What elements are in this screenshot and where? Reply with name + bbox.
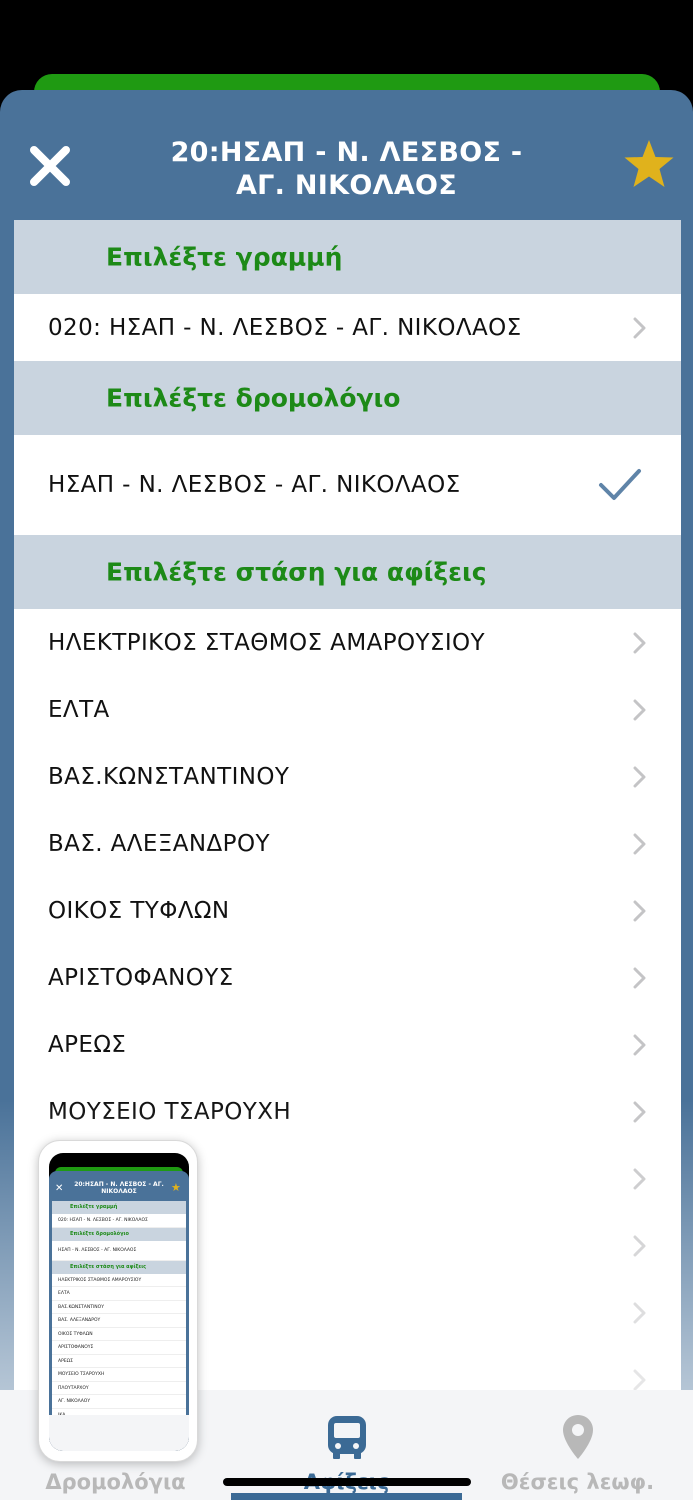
chevron-right-icon (633, 1034, 646, 1055)
section-title-stops: Επιλέξτε στάση για αφίξεις (106, 557, 487, 587)
thumbnail-stop-row: ΑΡΕΩΣ (52, 1355, 186, 1368)
chevron-right-icon (633, 1302, 646, 1323)
thumbnail-screen: ✕ 20:ΗΣΑΠ - Ν. ΛΕΣΒΟΣ - ΑΓ. ΝΙΚΟΛΑΟΣ ★ Ε… (49, 1153, 189, 1451)
thumbnail-stop-row: ΗΛΕΚΤΡΙΚΟΣ ΣΤΑΘΜΟΣ ΑΜΑΡΟΥΣΙΟΥ (52, 1274, 186, 1287)
thumbnail-stop-row: ΜΟΥΣΕΙΟ ΤΣΑΡΟΥΧΗ (52, 1368, 186, 1382)
section-header-stops: Επιλέξτε στάση για αφίξεις (14, 535, 681, 609)
stop-label: ΗΛΕΚΤΡΙΚΟΣ ΣΤΑΘΜΟΣ ΑΜΑΡΟΥΣΙΟΥ (48, 629, 485, 656)
thumbnail-stop-row: ΠΛΟΥΤΑΡΧΟΥ (52, 1382, 186, 1395)
section-header-line: Επιλέξτε γραμμή (14, 220, 681, 294)
tab-bus-locations[interactable]: Θέσεις λεωφ. (462, 1390, 693, 1500)
home-indicator (223, 1478, 471, 1486)
thumbnail-stop-row: ΑΡΙΣΤΟΦΑΝΟΥΣ (52, 1341, 186, 1355)
route-row[interactable]: ΗΣΑΠ - Ν. ΛΕΣΒΟΣ - ΑΓ. ΝΙΚΟΛΑΟΣ (14, 435, 681, 535)
thumbnail-close-icon: ✕ (55, 1183, 64, 1194)
stop-row[interactable]: ΟΙΚΟΣ ΤΥΦΛΩΝ (14, 877, 681, 944)
stop-label: ΑΡΕΩΣ (48, 1031, 127, 1058)
stop-label: ΑΡΙΣΤΟΦΑΝΟΥΣ (48, 964, 234, 991)
page-title: 20:ΗΣΑΠ - Ν. ΛΕΣΒΟΣ - ΑΓ. ΝΙΚΟΛΑΟΣ (110, 136, 583, 202)
favorite-button[interactable] (620, 136, 678, 192)
thumbnail-stop-row: ΒΑΣ. ΑΛΕΞΑΝΔΡΟΥ (52, 1314, 186, 1328)
chevron-right-icon (633, 1101, 646, 1122)
tab-bus-locations-label: Θέσεις λεωφ. (500, 1470, 655, 1494)
stop-row[interactable]: ΑΡΕΩΣ (14, 1011, 681, 1078)
stop-label: ΒΑΣ. ΑΛΕΞΑΝΔΡΟΥ (48, 830, 270, 857)
thumbnail-section-line: Επιλέξτε γραμμή (52, 1201, 186, 1214)
chevron-right-icon (633, 967, 646, 988)
thumbnail-sheet: ✕ 20:ΗΣΑΠ - Ν. ΛΕΣΒΟΣ - ΑΓ. ΝΙΚΟΛΑΟΣ ★ Ε… (49, 1171, 189, 1451)
chevron-right-icon (633, 699, 646, 720)
close-icon (30, 146, 70, 186)
stop-row[interactable]: ΑΡΙΣΤΟΦΑΝΟΥΣ (14, 944, 681, 1011)
line-row[interactable]: 020: ΗΣΑΠ - Ν. ΛΕΣΒΟΣ - ΑΓ. ΝΙΚΟΛΑΟΣ (14, 294, 681, 361)
chevron-right-icon (633, 833, 646, 854)
thumbnail-route-row: ΗΣΑΠ - Ν. ΛΕΣΒΟΣ - ΑΓ. ΝΙΚΟΛΑΟΣ (52, 1241, 186, 1261)
location-pin-icon (552, 1412, 604, 1462)
thumbnail-title: 20:ΗΣΑΠ - Ν. ΛΕΣΒΟΣ - ΑΓ. ΝΙΚΟΛΑΟΣ (74, 1181, 164, 1195)
close-button[interactable] (26, 142, 74, 190)
section-header-route: Επιλέξτε δρομολόγιο (14, 361, 681, 435)
title-line-2: ΑΓ. ΝΙΚΟΛΑΟΣ (235, 170, 458, 201)
stop-label: ΕΛΤΑ (48, 696, 110, 723)
bus-icon (321, 1412, 373, 1462)
checkmark-icon (599, 469, 641, 500)
line-label: 020: ΗΣΑΠ - Ν. ΛΕΣΒΟΣ - ΑΓ. ΝΙΚΟΛΑΟΣ (48, 314, 522, 341)
stop-label: ΒΑΣ.ΚΩΝΣΤΑΝΤΙΝΟΥ (48, 763, 290, 790)
thumbnail-star-icon: ★ (171, 1181, 181, 1194)
stop-row[interactable]: ΒΑΣ. ΑΛΕΞΑΝΔΡΟΥ (14, 810, 681, 877)
thumbnail-stop-row: ΒΑΣ.ΚΩΝΣΤΑΝΤΙΝΟΥ (52, 1301, 186, 1314)
thumbnail-tab-bar (49, 1415, 189, 1451)
thumbnail-stop-row: ΕΛΤΑ (52, 1287, 186, 1301)
active-tab-indicator (231, 1493, 462, 1500)
thumbnail-panel: Επιλέξτε γραμμή 020: ΗΣΑΠ - Ν. ΛΕΣΒΟΣ - … (52, 1201, 186, 1431)
title-line-1: 20:ΗΣΑΠ - Ν. ΛΕΣΒΟΣ - (170, 137, 523, 168)
chevron-right-icon (633, 766, 646, 787)
chevron-right-icon (633, 632, 646, 653)
thumbnail-stop-row: ΟΙΚΟΣ ΤΥΦΛΩΝ (52, 1328, 186, 1341)
stop-row[interactable]: ΗΛΕΚΤΡΙΚΟΣ ΣΤΑΘΜΟΣ ΑΜΑΡΟΥΣΙΟΥ (14, 609, 681, 676)
thumbnail-line-row: 020: ΗΣΑΠ - Ν. ΛΕΣΒΟΣ - ΑΓ. ΝΙΚΟΛΑΟΣ (52, 1214, 186, 1228)
section-title-route: Επιλέξτε δρομολόγιο (106, 383, 401, 413)
chevron-right-icon (633, 1235, 646, 1256)
route-label: ΗΣΑΠ - Ν. ΛΕΣΒΟΣ - ΑΓ. ΝΙΚΟΛΑΟΣ (48, 472, 461, 498)
chevron-right-icon (633, 900, 646, 921)
stop-row[interactable]: ΜΟΥΣΕΙΟ ΤΣΑΡΟΥΧΗ (14, 1078, 681, 1145)
star-icon (624, 140, 674, 187)
stop-label: ΟΙΚΟΣ ΤΥΦΛΩΝ (48, 897, 230, 924)
chevron-right-icon (633, 1369, 646, 1390)
thumbnail-stop-row: ΑΓ. ΝΙΚΟΛΑΟΥ (52, 1395, 186, 1409)
chevron-right-icon (633, 1168, 646, 1189)
thumbnail-section-route: Επιλέξτε δρομολόγιο (52, 1227, 186, 1241)
thumbnail-section-stops: Επιλέξτε στάση για αφίξεις (52, 1260, 186, 1274)
section-title-line: Επιλέξτε γραμμή (106, 242, 343, 272)
chevron-right-icon (633, 317, 646, 338)
stop-label: ΜΟΥΣΕΙΟ ΤΣΑΡΟΥΧΗ (48, 1098, 292, 1125)
sheet-header: 20:ΗΣΑΠ - Ν. ΛΕΣΒΟΣ - ΑΓ. ΝΙΚΟΛΑΟΣ (0, 90, 693, 220)
stop-row[interactable]: ΕΛΤΑ (14, 676, 681, 743)
stop-row[interactable]: ΒΑΣ.ΚΩΝΣΤΑΝΤΙΝΟΥ (14, 743, 681, 810)
thumbnail-stops-list: ΗΛΕΚΤΡΙΚΟΣ ΣΤΑΘΜΟΣ ΑΜΑΡΟΥΣΙΟΥ ΕΛΤΑ ΒΑΣ.ΚΩΝ… (52, 1274, 186, 1422)
tab-schedules-label: Δρομολόγια (45, 1470, 186, 1494)
screenshot-thumbnail[interactable]: ✕ 20:ΗΣΑΠ - Ν. ΛΕΣΒΟΣ - ΑΓ. ΝΙΚΟΛΑΟΣ ★ Ε… (38, 1140, 198, 1462)
